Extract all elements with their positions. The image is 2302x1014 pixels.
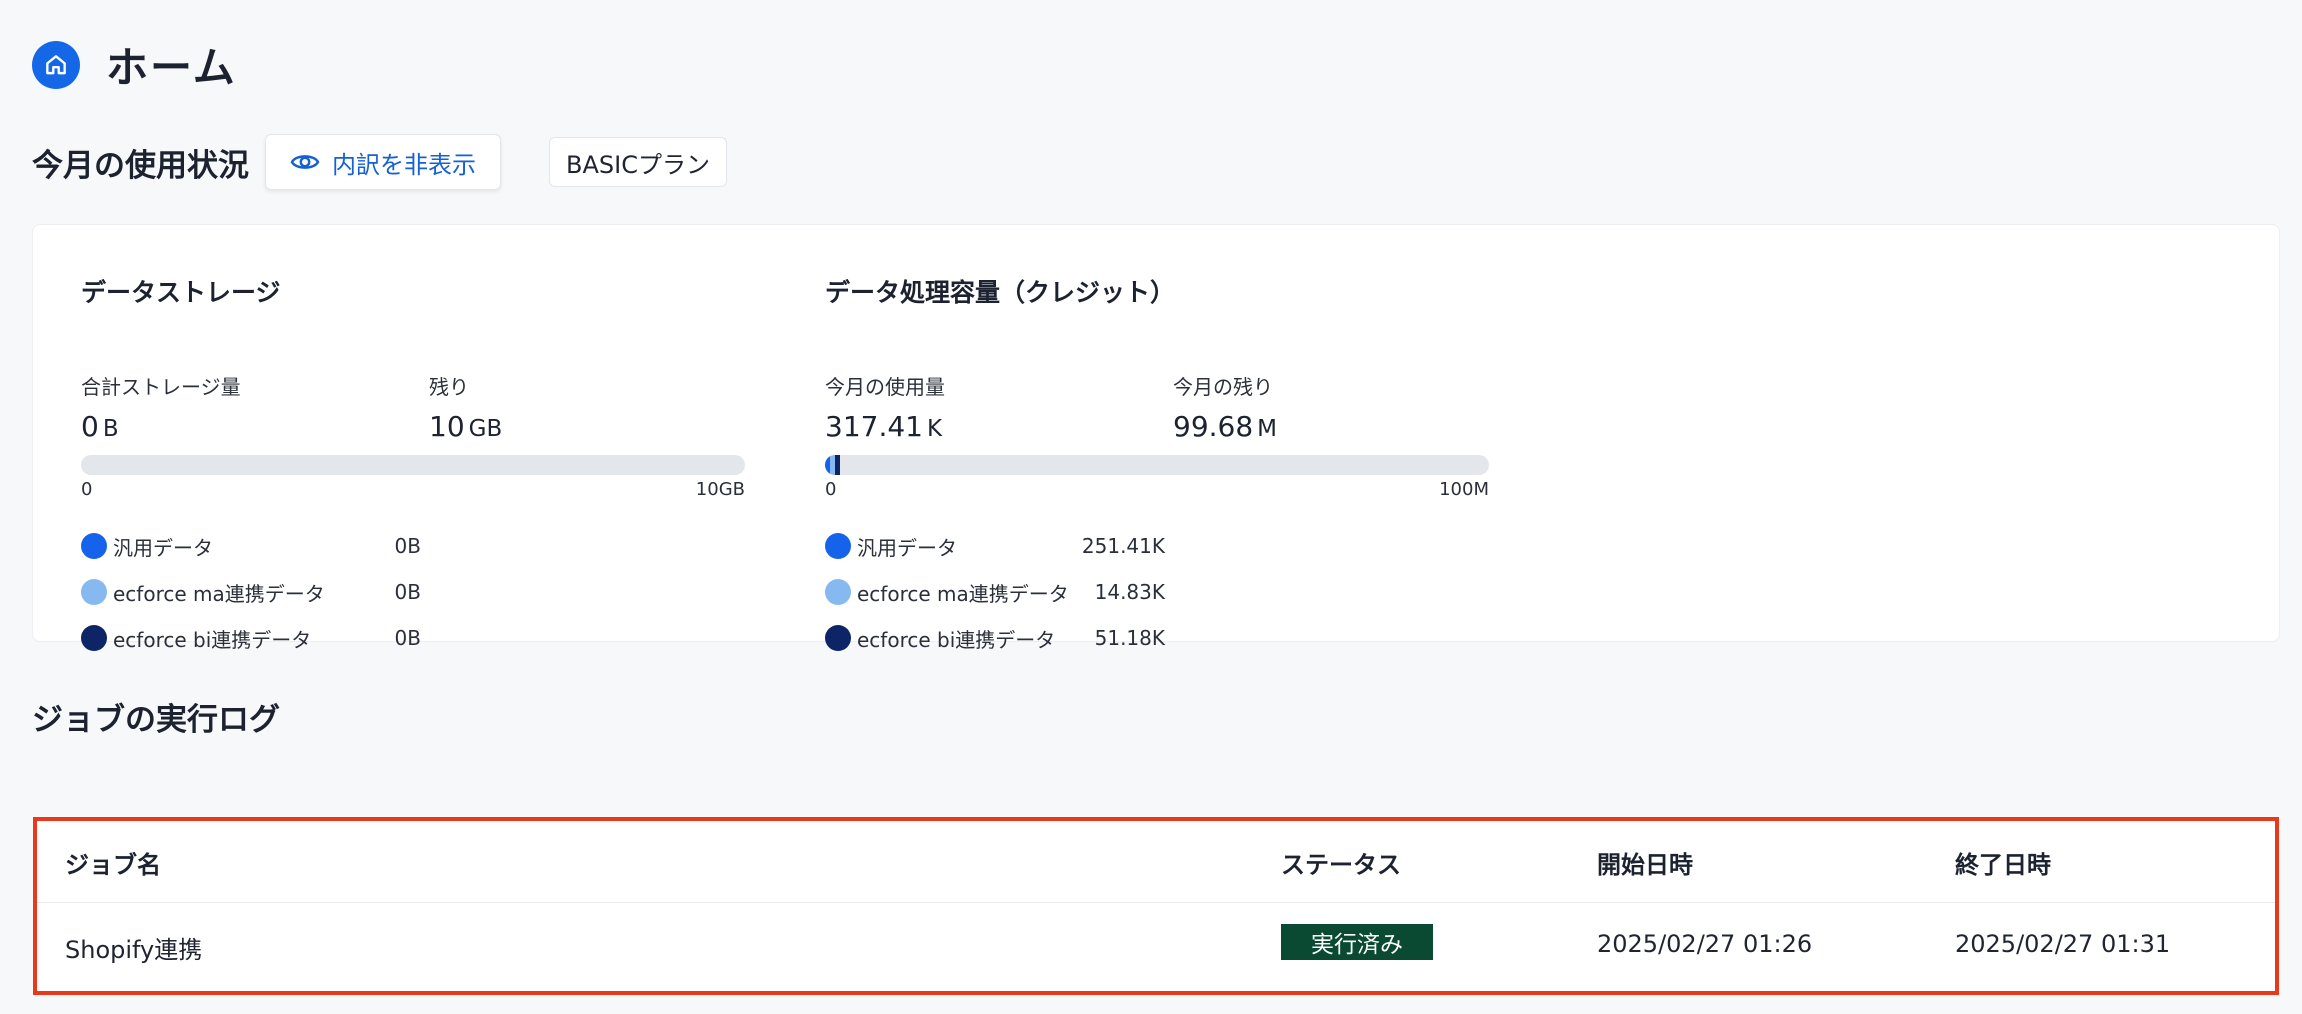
legend-value: 0B [394,580,421,604]
storage-remaining-label: 残り [429,375,469,399]
storage-total-label: 合計ストレージ量 [81,375,241,399]
legend-label: ecforce bi連携データ [857,627,1056,652]
legend-label: ecforce bi連携データ [113,627,312,652]
legend-dot [81,579,107,605]
job-name[interactable]: Shopify連携 [65,930,202,965]
legend-label: ecforce ma連携データ [857,581,1069,606]
credit-remaining-unit: M [1257,416,1278,442]
column-header-name[interactable]: ジョブ名 [65,845,161,880]
credit-used-unit: K [926,416,943,442]
legend-label: 汎用データ [113,535,213,560]
legend-value: 14.83K [1094,580,1165,604]
legend-label: 汎用データ [857,535,957,560]
legend-dot [81,533,107,559]
usage-card: データストレージ 合計ストレージ量 0B 残り 10 GB 0 10GB 汎用デー… [32,224,2280,652]
job-log-table: ジョブ名 ステータス 開始日時 終了日時 Shopify連携 実行済み 2025… [33,817,2279,995]
usage-title: 今月の使用状況 [32,147,249,184]
credit-remaining-number: 99.68 [1173,410,1254,443]
legend-label: ecforce ma連携データ [113,581,325,606]
table-header: ジョブ名 ステータス 開始日時 終了日時 [37,821,2275,903]
storage-remaining-unit: GB [468,416,503,442]
legend-dot [825,533,851,559]
storage-bar-min: 0 [81,479,93,500]
storage-title: データストレージ [81,278,281,307]
storage-remaining-value: 10 GB [429,410,502,443]
legend-dot [825,579,851,605]
credit-progress-bar [825,455,1489,475]
toggle-breakdown-button[interactable]: 内訳を非表示 [265,134,501,190]
storage-remaining: 残り 10 GB [429,371,502,443]
legend-value: 0B [394,534,421,558]
job-log-title: ジョブの実行ログ [32,702,280,738]
usage-segment-2 [835,455,840,475]
column-header-status[interactable]: ステータス [1281,845,1401,880]
table-row[interactable]: Shopify連携 実行済み 2025/02/27 01:26 2025/02/… [37,904,2275,994]
legend-value: 51.18K [1094,626,1165,650]
credit-used-number: 317.41 [825,410,923,443]
column-header-end[interactable]: 終了日時 [1955,845,2051,880]
legend-dot [825,625,851,651]
legend-item: ecforce ma連携データ 0B [81,569,421,615]
credit-bar-max: 100M [1439,479,1489,500]
storage-remaining-number: 10 [429,410,465,443]
credit-remaining-value: 99.68 M [1173,410,1277,443]
storage-total-value: 0B [81,410,241,443]
page: ホーム 今月の使用状況 内訳を非表示 BASICプラン データストレージ 合計ス… [0,0,2302,1014]
storage-total-unit: B [102,416,119,442]
legend-item: ecforce bi連携データ 0B [81,615,421,661]
legend-value: 251.41K [1081,534,1165,558]
home-icon[interactable] [32,40,80,89]
legend-value: 0B [394,626,421,650]
credit-legend: 汎用データ 251.41K ecforce ma連携データ 14.83K ecf… [825,523,1165,661]
storage-total-number: 0 [81,410,99,443]
legend-dot [81,625,107,651]
storage-metric: データストレージ 合計ストレージ量 0B 残り 10 GB 0 10GB 汎用デー… [81,273,745,652]
legend-item: ecforce ma連携データ 14.83K [825,569,1165,615]
job-end-time: 2025/02/27 01:31 [1955,930,2171,958]
eye-icon [290,155,320,169]
credit-metric: データ処理容量（クレジット） 今月の使用量 317.41 K 今月の残り 99.6… [825,273,1489,652]
credit-used: 今月の使用量 317.41 K [825,371,945,443]
plan-badge: BASICプラン [549,137,727,187]
legend-item: 汎用データ 251.41K [825,523,1165,569]
credit-remaining: 今月の残り 99.68 M [1173,371,1277,443]
status-badge: 実行済み [1281,924,1433,960]
storage-bar-max: 10GB [695,479,745,500]
credit-used-value: 317.41 K [825,410,945,443]
storage-total: 合計ストレージ量 0B [81,371,241,443]
legend-item: 汎用データ 0B [81,523,421,569]
credit-remaining-label: 今月の残り [1173,375,1273,399]
credit-title: データ処理容量（クレジット） [825,278,1176,307]
credit-used-label: 今月の使用量 [825,375,945,399]
legend-item: ecforce bi連携データ 51.18K [825,615,1165,661]
job-start-time: 2025/02/27 01:26 [1597,930,1813,958]
toggle-breakdown-label: 内訳を非表示 [332,151,476,179]
page-title: ホーム [106,43,237,92]
column-header-start[interactable]: 開始日時 [1597,845,1693,880]
page-header: ホーム [32,34,237,95]
usage-header: 今月の使用状況 内訳を非表示 BASICプラン [32,134,727,190]
credit-bar-min: 0 [825,479,837,500]
storage-legend: 汎用データ 0B ecforce ma連携データ 0B ecforce bi連携… [81,523,421,661]
storage-progress-bar [81,455,745,475]
